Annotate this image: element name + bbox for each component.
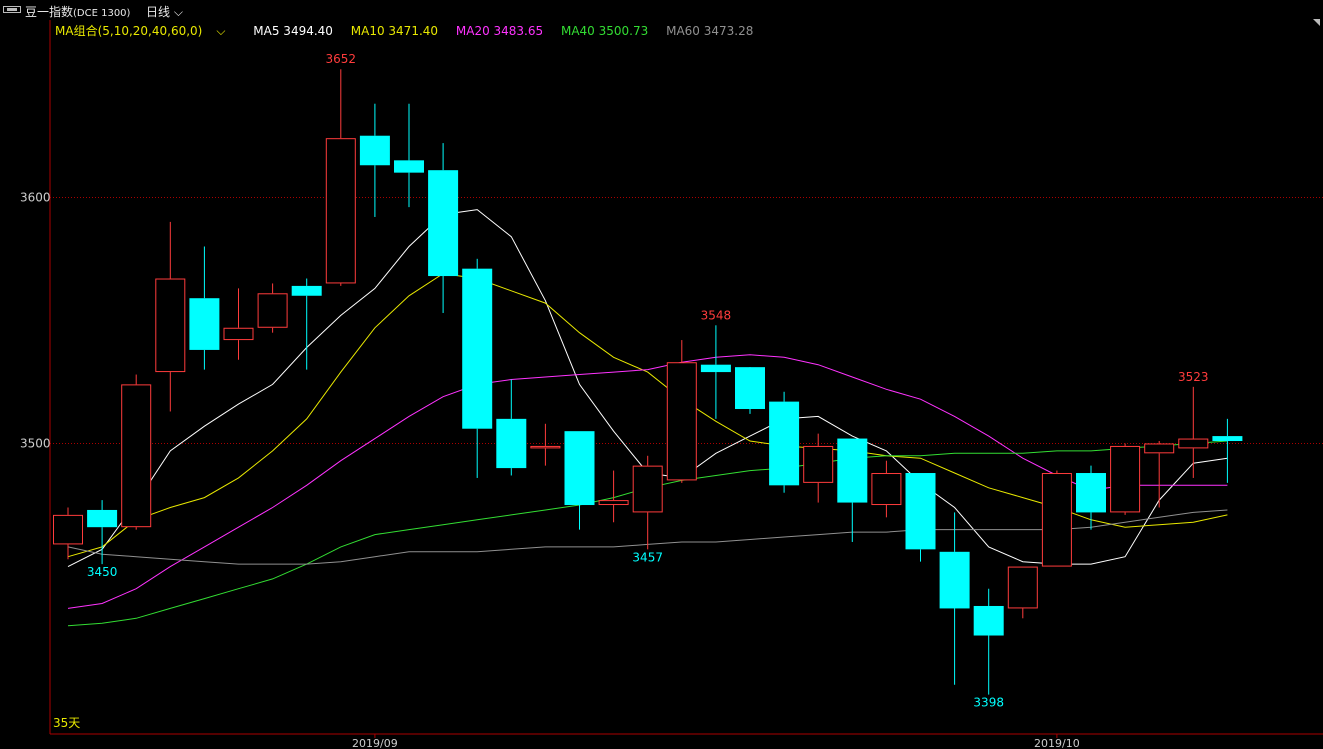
candle-body	[700, 364, 731, 373]
candle	[769, 391, 800, 493]
candle	[496, 379, 527, 476]
candle-body	[257, 293, 288, 328]
candle	[257, 283, 288, 333]
candle	[905, 473, 936, 562]
candle	[939, 512, 970, 685]
candle-body	[223, 327, 254, 341]
candle-body	[598, 500, 629, 506]
candle-body	[735, 367, 765, 410]
candle	[1041, 470, 1072, 567]
low-price-label: 3457	[632, 550, 663, 564]
candle-body	[871, 473, 902, 506]
candle	[564, 431, 595, 530]
candle	[837, 438, 868, 542]
candle-body	[973, 605, 1004, 636]
candle	[735, 367, 765, 414]
candle	[394, 103, 424, 208]
candle	[291, 278, 322, 370]
candle	[1076, 465, 1106, 530]
candle	[1178, 386, 1209, 478]
candle-body	[1007, 566, 1038, 609]
candle-body	[87, 509, 118, 528]
candle-body	[1041, 473, 1072, 567]
visible-days-label: 35天	[53, 716, 81, 730]
candle-body	[564, 431, 595, 506]
candle-body	[394, 160, 424, 173]
y-tick-label: 3500	[20, 437, 51, 451]
candle-body	[632, 465, 663, 513]
candle	[428, 143, 459, 313]
candle-body	[1110, 445, 1141, 513]
candle	[359, 103, 390, 217]
candle	[632, 455, 663, 550]
candle-body	[155, 278, 186, 373]
candle-body	[1212, 436, 1243, 442]
candle-body	[666, 362, 697, 481]
high-price-label: 3548	[701, 308, 732, 322]
low-price-label: 3398	[973, 696, 1004, 710]
x-tick-label: 2019/09	[352, 737, 398, 749]
candle	[121, 374, 152, 530]
candle-body	[496, 418, 527, 469]
candle-body	[325, 138, 356, 284]
candle-body	[428, 170, 459, 277]
candle-body	[121, 384, 152, 528]
candle-body	[53, 514, 83, 545]
candle-body	[1178, 438, 1209, 449]
candle-body	[291, 285, 322, 296]
candle-body	[769, 401, 800, 486]
candle-body	[359, 135, 390, 166]
candle	[530, 423, 561, 466]
candle	[598, 470, 629, 523]
candle	[1110, 443, 1141, 515]
candle	[53, 507, 83, 560]
candle	[1007, 566, 1038, 619]
candle	[803, 433, 834, 503]
candle-body	[939, 551, 970, 609]
candle-body	[905, 473, 936, 550]
candle-body	[1076, 473, 1106, 513]
candle	[871, 460, 902, 518]
high-price-label: 3652	[326, 52, 357, 66]
candle	[666, 340, 697, 483]
low-price-label: 3450	[87, 565, 118, 579]
candle	[462, 258, 493, 478]
candle-body	[837, 438, 868, 503]
candle-body	[803, 445, 834, 483]
candle	[973, 588, 1004, 695]
candle	[700, 325, 731, 419]
candle-body	[189, 298, 220, 350]
candle	[155, 221, 186, 412]
candle	[189, 246, 220, 370]
high-price-label: 3523	[1178, 370, 1209, 384]
x-tick-label: 2019/10	[1034, 737, 1080, 749]
candle	[223, 288, 254, 360]
candle-body	[1144, 443, 1175, 454]
candle-body	[462, 268, 493, 429]
candlestick-chart[interactable]: 3600 3500 2019/09 2019/10 3652 3450 3548 3457 33…	[0, 0, 1323, 749]
candle	[325, 69, 356, 286]
candle	[1212, 418, 1243, 483]
candle	[1144, 441, 1175, 508]
candle-body	[530, 445, 561, 449]
y-tick-label: 3600	[20, 191, 51, 205]
